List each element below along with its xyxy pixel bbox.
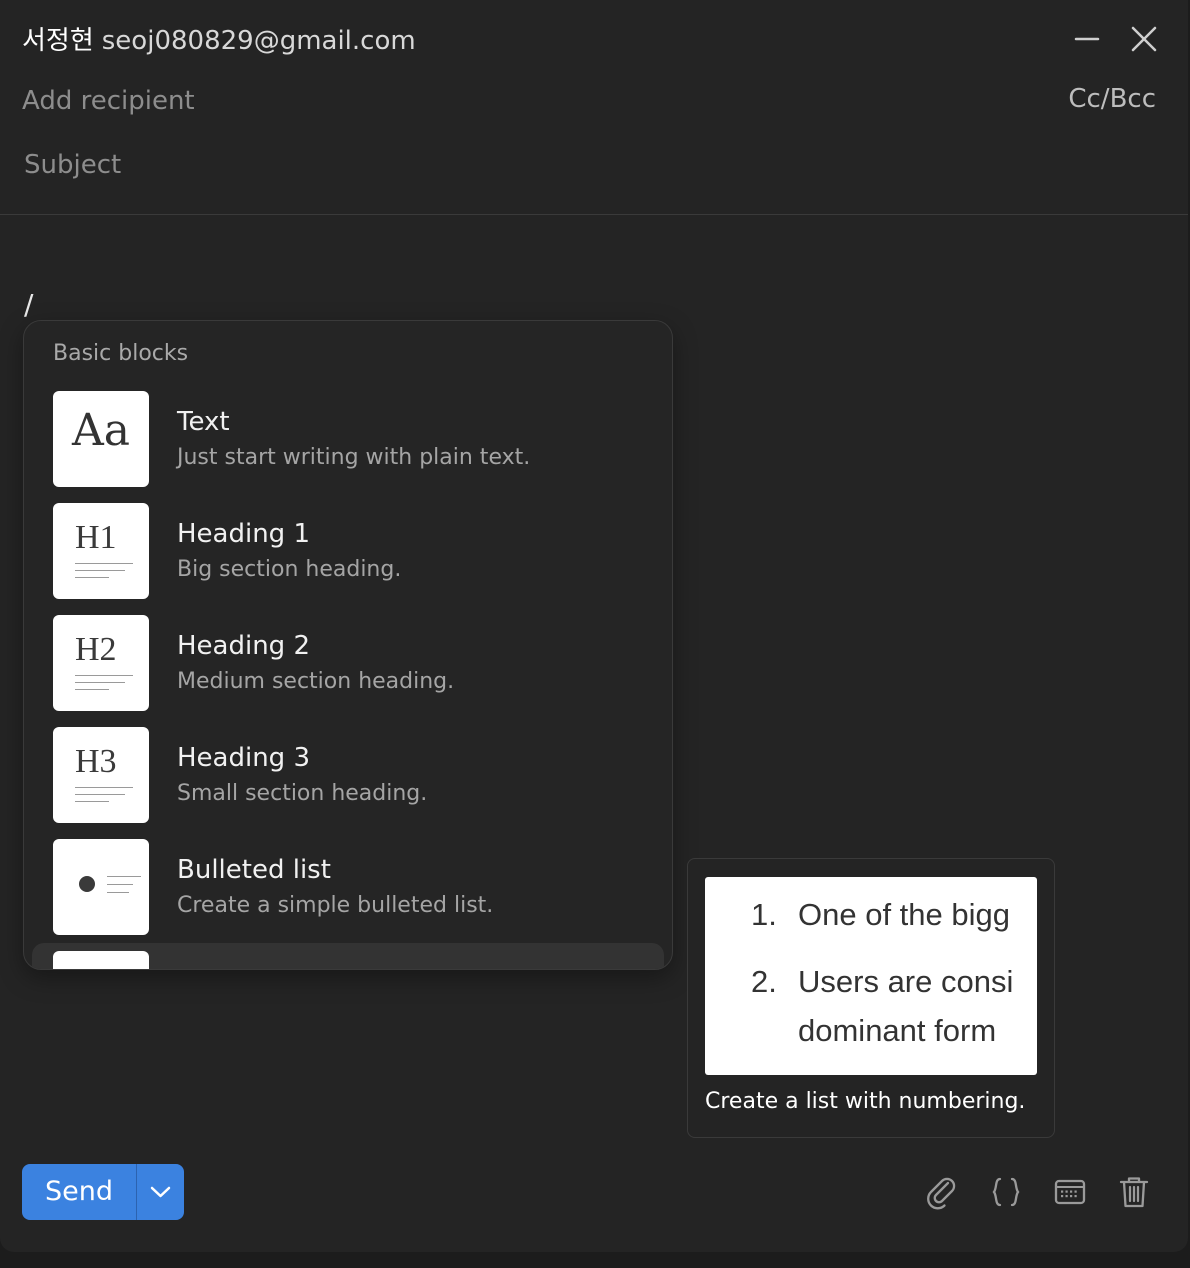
block-item-label: Text (177, 407, 230, 437)
bulleted-list-icon (53, 839, 149, 935)
subject-field[interactable]: Subject (24, 150, 121, 180)
block-item-description: Just start writing with plain text. (177, 445, 531, 470)
heading-3-icon: H3 (53, 727, 149, 823)
block-item-bulleted-list[interactable]: Bulleted list Create a simple bulleted l… (24, 839, 672, 943)
block-item-description: Create a simple bulleted list. (177, 893, 494, 918)
thumb-text: Aa (71, 405, 130, 456)
keyboard-icon (1054, 1179, 1086, 1205)
heading-2-icon: H2 (53, 615, 149, 711)
compose-window: 서정현 seoj080829@gmail.com Add recipient Cc… (0, 0, 1188, 1252)
preview-caption: Create a list with numbering. (705, 1089, 1026, 1114)
minimize-button[interactable] (1072, 24, 1102, 54)
delete-draft-button[interactable] (1116, 1174, 1152, 1210)
block-item-heading-1[interactable]: H1 Heading 1 Big section heading. (24, 503, 672, 607)
heading-1-icon: H1 (53, 503, 149, 599)
thumb-text: H2 (75, 631, 117, 668)
variables-button[interactable] (988, 1174, 1024, 1210)
numbered-list-icon (53, 951, 149, 969)
sender-email: seoj080829@gmail.com (101, 26, 416, 56)
block-item-label: Heading 2 (177, 631, 310, 661)
minimize-icon (1074, 37, 1100, 41)
block-item-label: Bulleted list (177, 855, 331, 885)
sender: 서정현 seoj080829@gmail.com (22, 20, 416, 57)
send-button[interactable]: Send (22, 1164, 136, 1220)
block-item-description: Big section heading. (177, 557, 402, 582)
send-options-button[interactable] (137, 1164, 184, 1220)
recipient-field[interactable]: Add recipient (22, 86, 195, 116)
block-item-description: Small section heading. (177, 781, 428, 806)
block-item-description: Medium section heading. (177, 669, 455, 694)
block-item-text[interactable]: Aa Text Just start writing with plain te… (24, 391, 672, 495)
send-button-group: Send (22, 1164, 184, 1220)
block-item-label: Heading 1 (177, 519, 310, 549)
keyboard-shortcuts-button[interactable] (1052, 1174, 1088, 1210)
sender-name: 서정현 (22, 26, 94, 56)
block-item-heading-3[interactable]: H3 Heading 3 Small section heading. (24, 727, 672, 831)
trash-icon (1119, 1177, 1149, 1208)
close-button[interactable] (1129, 24, 1159, 54)
block-preview-tooltip: 1. One of the bigg 2. Users are consi domi… (687, 858, 1055, 1138)
editor-body[interactable]: / (24, 288, 33, 321)
cc-bcc-button[interactable]: Cc/Bcc (1068, 84, 1156, 114)
block-item-label: Heading 3 (177, 743, 310, 773)
text-block-icon: Aa (53, 391, 149, 487)
block-item-heading-2[interactable]: H2 Heading 2 Medium section heading. (24, 615, 672, 719)
close-icon (1131, 26, 1157, 52)
numbered-list-preview-image: 1. One of the bigg 2. Users are consi domi… (705, 877, 1037, 1075)
attach-button[interactable] (924, 1174, 960, 1210)
thumb-text: H3 (75, 743, 117, 780)
thumb-text: H1 (75, 519, 117, 556)
header-divider (0, 214, 1188, 215)
block-menu-section-title: Basic blocks (53, 341, 189, 366)
paperclip-icon (927, 1177, 956, 1210)
block-menu: Basic blocks Aa Text Just start writing … (23, 320, 673, 970)
chevron-down-icon (150, 1186, 171, 1198)
curly-braces-icon (992, 1177, 1020, 1207)
